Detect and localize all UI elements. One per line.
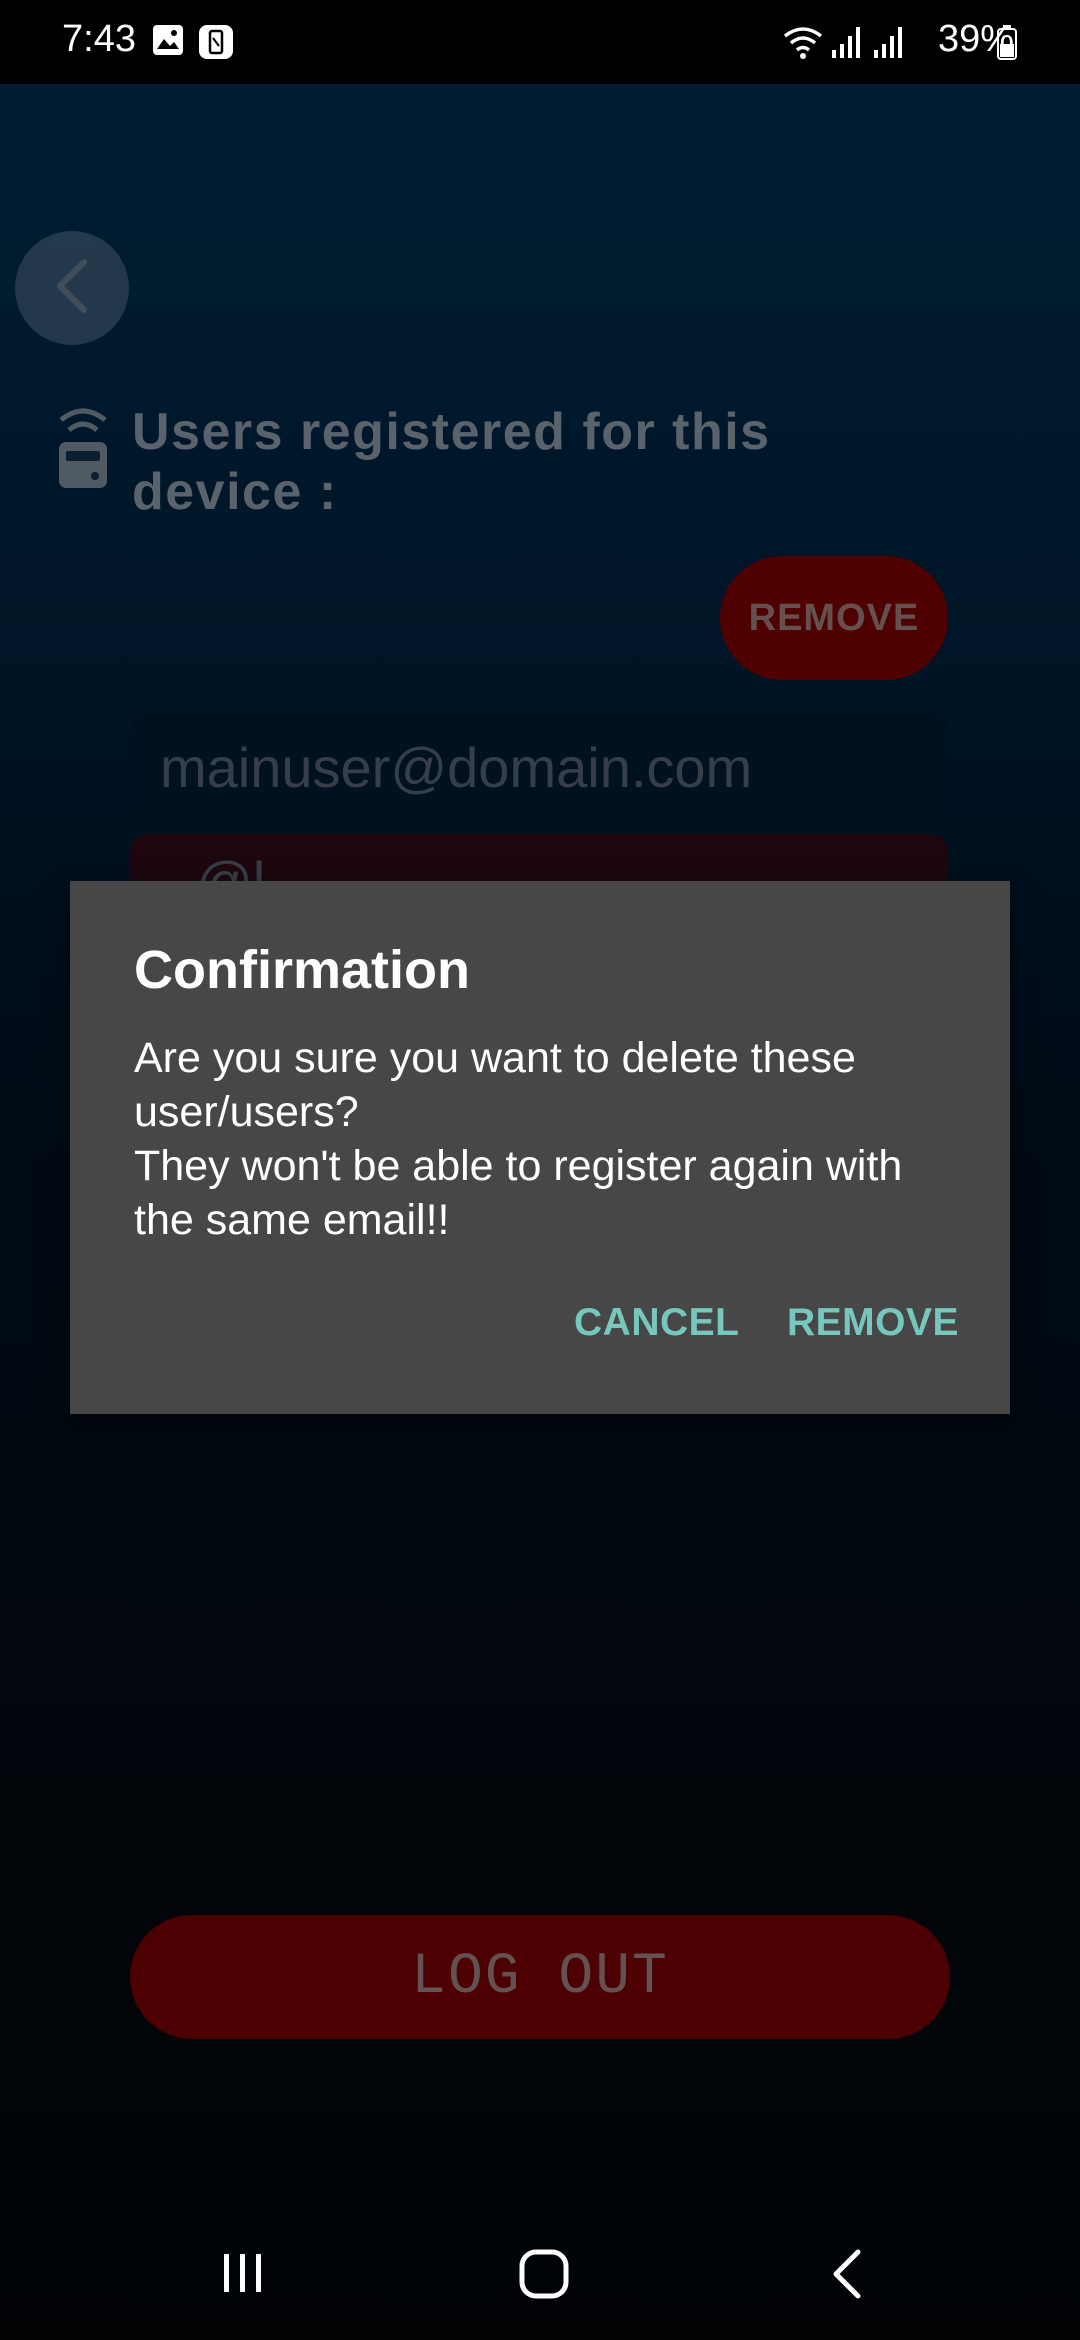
recent-apps-icon[interactable] — [218, 2248, 268, 2303]
status-time: 7:43 — [62, 18, 136, 60]
cancel-button[interactable]: CANCEL — [574, 1301, 740, 1345]
gallery-icon — [152, 24, 184, 61]
status-bar: 7:43 39% — [0, 0, 1080, 84]
confirm-remove-button[interactable]: REMOVE — [787, 1301, 959, 1345]
signal-icon — [872, 24, 906, 65]
battery-icon — [996, 24, 1018, 65]
home-icon[interactable] — [518, 2248, 570, 2305]
dialog-title: Confirmation — [134, 940, 470, 1000]
signal-icon — [830, 24, 864, 65]
navigation-bar — [0, 2208, 1080, 2340]
dialog-message: Are you sure you want to delete these us… — [134, 1034, 903, 1244]
confirmation-dialog: Confirmation Are you sure you want to de… — [70, 881, 1010, 1414]
back-icon[interactable] — [826, 2248, 870, 2305]
screenshot-icon — [198, 24, 234, 65]
wifi-icon — [782, 24, 824, 65]
